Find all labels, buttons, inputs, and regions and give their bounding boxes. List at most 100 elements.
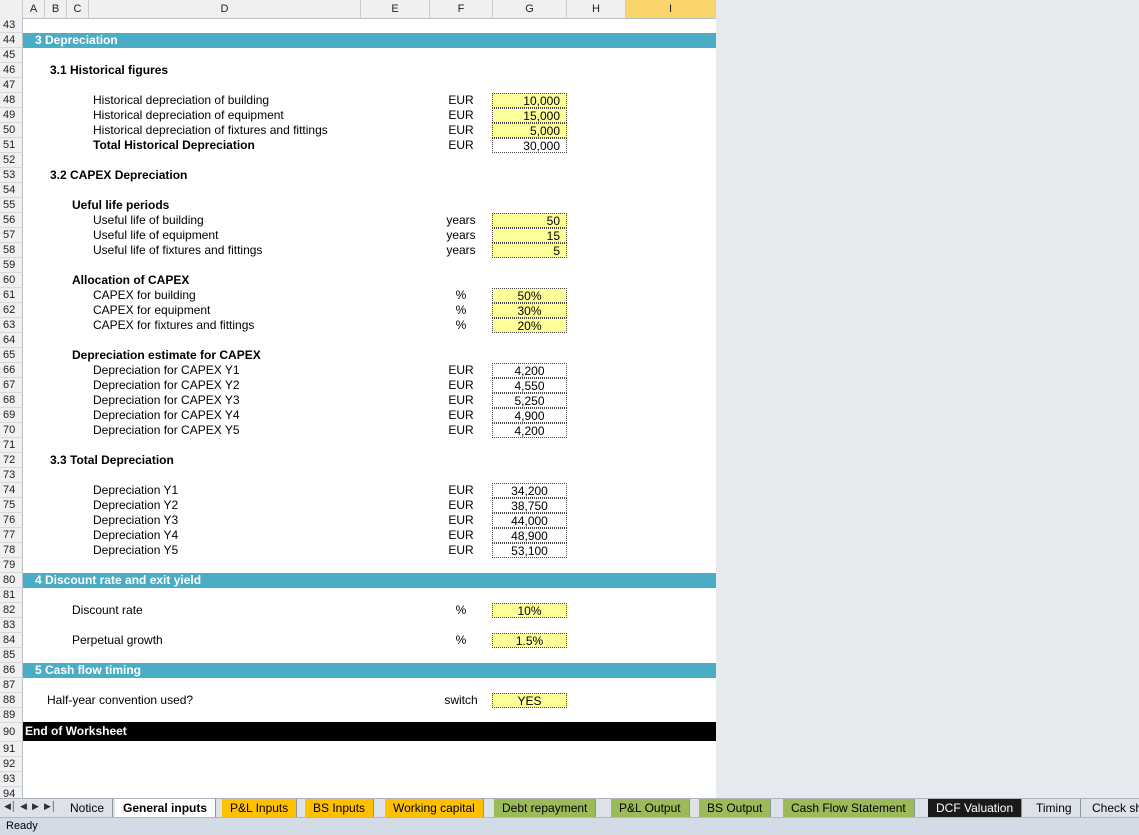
input-cell[interactable]: 20% [492,318,567,333]
last-sheet-icon[interactable]: ▶│ [44,801,57,812]
calc-cell[interactable]: 44,000 [492,513,567,528]
row-header-60[interactable]: 60 [0,273,23,288]
row-header-77[interactable]: 77 [0,528,23,543]
row-header-72[interactable]: 72 [0,453,23,468]
row-header-52[interactable]: 52 [0,153,23,168]
row-header-48[interactable]: 48 [0,93,23,108]
row-header-91[interactable]: 91 [0,742,23,757]
row-header-61[interactable]: 61 [0,288,23,303]
row-header-57[interactable]: 57 [0,228,23,243]
row-header-45[interactable]: 45 [0,48,23,63]
column-header-f[interactable]: F [430,0,493,18]
row-header-82[interactable]: 82 [0,603,23,618]
row-header-88[interactable]: 88 [0,693,23,708]
tab-notice[interactable]: Notice [62,799,114,817]
row-header-44[interactable]: 44 [0,33,23,48]
calc-cell[interactable]: 4,550 [492,378,567,393]
column-header-g[interactable]: G [493,0,567,18]
input-cell[interactable]: 50 [492,213,567,228]
input-cell[interactable]: 15,000 [492,108,567,123]
tab-dcf-valuation[interactable]: DCF Valuation [928,799,1023,817]
tab-check-sheet[interactable]: Check sh [1084,799,1139,817]
calc-cell[interactable]: 53,100 [492,543,567,558]
column-header-d[interactable]: D [89,0,361,18]
row-header-43[interactable]: 43 [0,18,23,33]
first-sheet-icon[interactable]: ◀│ [4,801,17,812]
row-header-56[interactable]: 56 [0,213,23,228]
row-header-62[interactable]: 62 [0,303,23,318]
tab-debt-repayment[interactable]: Debt repayment [494,799,597,817]
calc-cell[interactable]: 30,000 [492,138,567,153]
select-all-corner[interactable] [0,0,23,18]
row-header-58[interactable]: 58 [0,243,23,258]
row-header-73[interactable]: 73 [0,468,23,483]
input-cell[interactable]: 15 [492,228,567,243]
row-header-54[interactable]: 54 [0,183,23,198]
row-header-69[interactable]: 69 [0,408,23,423]
row-header-68[interactable]: 68 [0,393,23,408]
row-header-93[interactable]: 93 [0,772,23,787]
tab-bs-output[interactable]: BS Output [699,799,772,817]
calc-cell[interactable]: 4,200 [492,363,567,378]
calc-cell[interactable]: 4,900 [492,408,567,423]
row-header-83[interactable]: 83 [0,618,23,633]
row-header-47[interactable]: 47 [0,78,23,93]
tab-pl-inputs[interactable]: P&L Inputs [222,799,298,817]
row-header-49[interactable]: 49 [0,108,23,123]
row-header-86[interactable]: 86 [0,663,23,678]
row-header-55[interactable]: 55 [0,198,23,213]
row-header-79[interactable]: 79 [0,558,23,573]
row-header-84[interactable]: 84 [0,633,23,648]
column-header-b[interactable]: B [45,0,67,18]
calc-cell[interactable]: 48,900 [492,528,567,543]
row-header-74[interactable]: 74 [0,483,23,498]
input-cell[interactable]: 50% [492,288,567,303]
input-cell[interactable]: 5 [492,243,567,258]
worksheet[interactable]: A B C D E F G H I 43 44 45 46 47 48 49 50 51 52 53… [0,0,716,798]
input-cell[interactable]: 30% [492,303,567,318]
half-year-switch-input[interactable]: YES [492,693,567,708]
row-header-64[interactable]: 64 [0,333,23,348]
next-sheet-icon[interactable]: ▶ [32,801,39,812]
row-header-67[interactable]: 67 [0,378,23,393]
row-header-51[interactable]: 51 [0,138,23,153]
row-header-65[interactable]: 65 [0,348,23,363]
tab-bs-inputs[interactable]: BS Inputs [305,799,375,817]
prev-sheet-icon[interactable]: ◀ [20,801,27,812]
column-header-i[interactable]: I [626,0,716,18]
column-header-c[interactable]: C [67,0,89,18]
row-header-92[interactable]: 92 [0,757,23,772]
calc-cell[interactable]: 38,750 [492,498,567,513]
calc-cell[interactable]: 4,200 [492,423,567,438]
row-header-90[interactable]: 90 [0,723,23,742]
row-header-89[interactable]: 89 [0,708,23,723]
row-header-63[interactable]: 63 [0,318,23,333]
cell-grid[interactable]: 3 Depreciation 3.1 Historical figures Hi… [23,18,716,798]
row-header-75[interactable]: 75 [0,498,23,513]
row-header-76[interactable]: 76 [0,513,23,528]
row-header-94[interactable]: 94 [0,787,23,798]
column-header-e[interactable]: E [361,0,430,18]
discount-rate-input[interactable]: 10% [492,603,567,618]
perpetual-growth-input[interactable]: 1.5% [492,633,567,648]
row-header-85[interactable]: 85 [0,648,23,663]
calc-cell[interactable]: 5,250 [492,393,567,408]
tab-pl-output[interactable]: P&L Output [611,799,690,817]
row-header-70[interactable]: 70 [0,423,23,438]
row-header-78[interactable]: 78 [0,543,23,558]
row-header-50[interactable]: 50 [0,123,23,138]
tab-cash-flow-statement[interactable]: Cash Flow Statement [783,799,915,817]
input-cell[interactable]: 5,000 [492,123,567,138]
row-header-59[interactable]: 59 [0,258,23,273]
row-header-80[interactable]: 80 [0,573,23,588]
row-header-66[interactable]: 66 [0,363,23,378]
column-header-a[interactable]: A [23,0,45,18]
tab-general-inputs[interactable]: General inputs [115,799,217,817]
input-cell[interactable]: 10,000 [492,93,567,108]
tab-timing[interactable]: Timing [1028,799,1081,817]
row-header-81[interactable]: 81 [0,588,23,603]
row-header-53[interactable]: 53 [0,168,23,183]
calc-cell[interactable]: 34,200 [492,483,567,498]
row-header-71[interactable]: 71 [0,438,23,453]
row-header-46[interactable]: 46 [0,63,23,78]
